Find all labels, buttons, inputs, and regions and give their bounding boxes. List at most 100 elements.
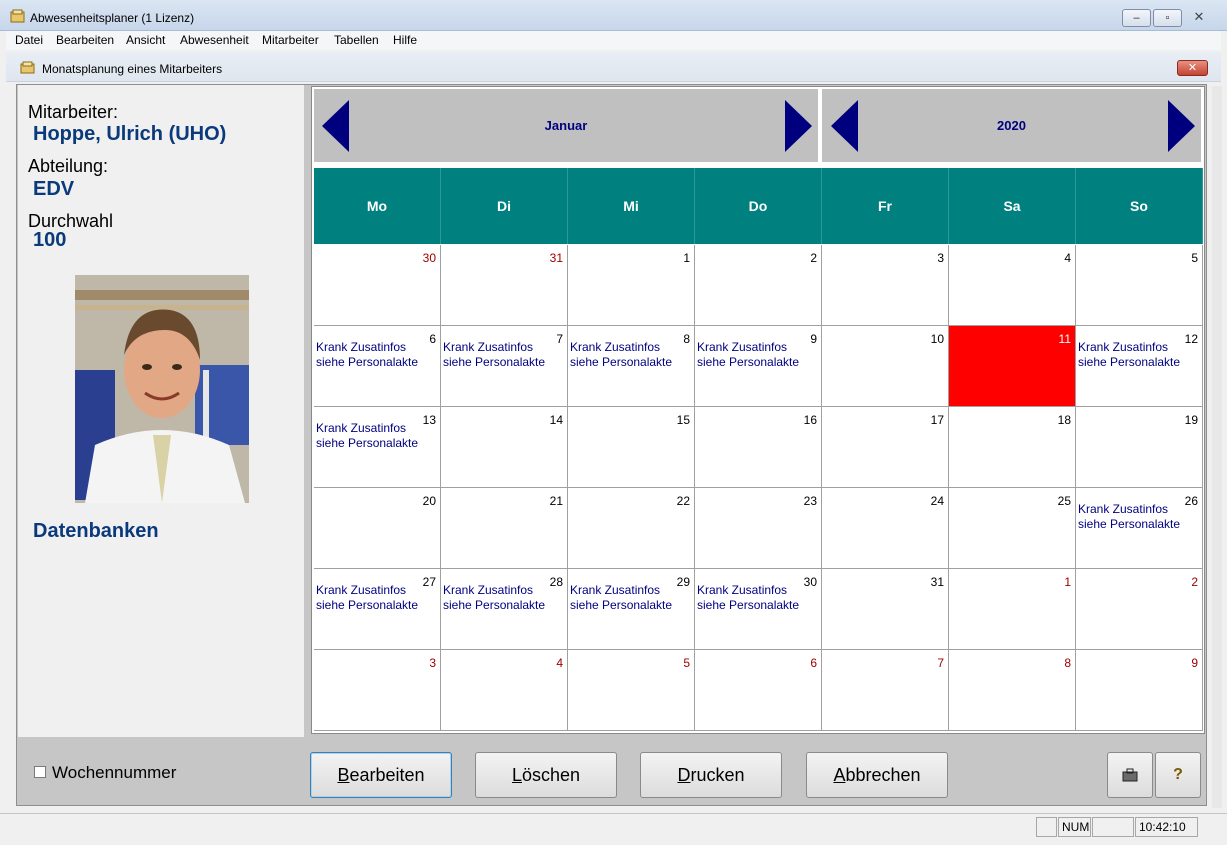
calendar-day-cell[interactable]: 27 Krank Zusatinfos siehe Personalakte: [314, 569, 441, 650]
calendar-day-cell[interactable]: 25: [949, 488, 1076, 569]
calendar-day-cell[interactable]: 23: [695, 488, 822, 569]
weekday-header: So: [1076, 168, 1203, 244]
calendar-day-cell[interactable]: 6: [695, 650, 822, 731]
employee-name: Hoppe, Ulrich (UHO): [33, 123, 227, 145]
day-number: 4: [1064, 251, 1071, 265]
calendar-day-cell[interactable]: 8: [949, 650, 1076, 731]
cancel-button[interactable]: Abbrechen: [806, 752, 948, 798]
calendar-day-cell[interactable]: 1: [568, 245, 695, 326]
calendar-day-cell[interactable]: 31: [441, 245, 568, 326]
absence-note: Krank Zusatinfos siehe Personalakte: [697, 583, 800, 612]
day-number: 4: [556, 656, 563, 670]
day-number: 9: [1191, 656, 1198, 670]
menu-tabellen[interactable]: Tabellen: [334, 33, 379, 47]
calendar-day-cell[interactable]: 28 Krank Zusatinfos siehe Personalakte: [441, 569, 568, 650]
day-number: 24: [930, 494, 944, 508]
calendar-day-cell[interactable]: 26 Krank Zusatinfos siehe Personalakte: [1076, 488, 1203, 569]
status-pane-scroll: [1092, 817, 1134, 837]
edit-button[interactable]: Bearbeiten: [310, 752, 452, 798]
calendar-day-cell[interactable]: 3: [822, 245, 949, 326]
day-number: 1: [1064, 575, 1071, 589]
weekday-header: Fr: [822, 168, 949, 244]
absence-note: Krank Zusatinfos siehe Personalakte: [316, 340, 419, 369]
calendar-day-cell[interactable]: 4: [441, 650, 568, 731]
extension-value: 100: [33, 229, 67, 251]
calendar-day-cell[interactable]: 3: [314, 650, 441, 731]
calendar-day-cell[interactable]: 8 Krank Zusatinfos siehe Personalakte: [568, 326, 695, 407]
year-navigator: 2020: [822, 89, 1201, 162]
menu-datei[interactable]: Datei: [15, 33, 43, 47]
calendar-day-cell[interactable]: 20: [314, 488, 441, 569]
calendar-day-cell[interactable]: 12 Krank Zusatinfos siehe Personalakte: [1076, 326, 1203, 407]
year-label: 2020: [997, 118, 1026, 133]
calendar-day-cell[interactable]: 18: [949, 407, 1076, 488]
menu-bearbeiten[interactable]: Bearbeiten: [56, 33, 114, 47]
child-window-caption: Monatsplanung eines Mitarbeiters ✕: [6, 52, 1221, 82]
next-month-arrow-icon[interactable]: [785, 100, 812, 152]
day-number: 2: [1191, 575, 1198, 589]
calendar-day-cell[interactable]: 21: [441, 488, 568, 569]
calendar-day-cell[interactable]: 15: [568, 407, 695, 488]
calendar-day-cell[interactable]: 4: [949, 245, 1076, 326]
minimize-button[interactable]: ‒: [1122, 9, 1151, 27]
app-icon: [10, 9, 25, 23]
status-bar: NUM 10:42:10: [0, 813, 1227, 845]
calendar-day-cell[interactable]: 11: [949, 326, 1076, 407]
day-number: 22: [676, 494, 690, 508]
calendar-day-cell[interactable]: 7: [822, 650, 949, 731]
calendar-day-cell[interactable]: 9 Krank Zusatinfos siehe Personalakte: [695, 326, 822, 407]
close-button[interactable]: ✕: [1184, 9, 1214, 27]
calendar-day-cell[interactable]: 14: [441, 407, 568, 488]
day-number: 8: [1064, 656, 1071, 670]
status-num: NUM: [1058, 817, 1091, 837]
calendar-day-cell[interactable]: 2: [695, 245, 822, 326]
absence-note: Krank Zusatinfos siehe Personalakte: [697, 340, 800, 369]
delete-button[interactable]: Löschen: [475, 752, 617, 798]
next-year-arrow-icon[interactable]: [1168, 100, 1195, 152]
child-window-icon: [20, 61, 35, 74]
child-close-button[interactable]: ✕: [1177, 60, 1208, 76]
absence-note: Krank Zusatinfos siehe Personalakte: [443, 583, 546, 612]
calendar-day-cell[interactable]: 9: [1076, 650, 1203, 731]
calendar-day-cell[interactable]: 5: [1076, 245, 1203, 326]
menu-ansicht[interactable]: Ansicht: [126, 33, 165, 47]
calendar-day-cell[interactable]: 16: [695, 407, 822, 488]
calendar-day-cell[interactable]: 31: [822, 569, 949, 650]
calendar-day-cell[interactable]: 29 Krank Zusatinfos siehe Personalakte: [568, 569, 695, 650]
help-button[interactable]: ?: [1155, 752, 1201, 798]
day-number: 20: [422, 494, 436, 508]
weekday-header: Sa: [949, 168, 1076, 244]
absence-note: Krank Zusatinfos siehe Personalakte: [316, 583, 419, 612]
calendar-day-cell[interactable]: 13 Krank Zusatinfos siehe Personalakte: [314, 407, 441, 488]
weekday-header: Mi: [568, 168, 695, 244]
right-scrollbar[interactable]: [1212, 86, 1222, 808]
calendar-day-cell[interactable]: 30: [314, 245, 441, 326]
day-number: 5: [683, 656, 690, 670]
day-number: 17: [930, 413, 944, 427]
week-number-checkbox[interactable]: [34, 766, 46, 778]
menu-mitarbeiter[interactable]: Mitarbeiter: [262, 33, 319, 47]
calendar-day-cell[interactable]: 17: [822, 407, 949, 488]
calendar-day-cell[interactable]: 24: [822, 488, 949, 569]
menu-hilfe[interactable]: Hilfe: [393, 33, 417, 47]
calendar-day-cell[interactable]: 2: [1076, 569, 1203, 650]
maximize-button[interactable]: ▫: [1153, 9, 1182, 27]
calendar-day-cell[interactable]: 5: [568, 650, 695, 731]
calendar-day-cell[interactable]: 6 Krank Zusatinfos siehe Personalakte: [314, 326, 441, 407]
calendar-day-cell[interactable]: 19: [1076, 407, 1203, 488]
day-number: 3: [937, 251, 944, 265]
briefcase-icon: [1122, 768, 1138, 782]
calendar-day-cell[interactable]: 7 Krank Zusatinfos siehe Personalakte: [441, 326, 568, 407]
day-number: 25: [1057, 494, 1071, 508]
day-number: 18: [1057, 413, 1071, 427]
calendar-day-cell[interactable]: 1: [949, 569, 1076, 650]
menu-abwesenheit[interactable]: Abwesenheit: [180, 33, 249, 47]
weekday-header: Di: [441, 168, 568, 244]
briefcase-button[interactable]: [1107, 752, 1153, 798]
day-number: 14: [549, 413, 563, 427]
department-value: EDV: [33, 178, 75, 200]
calendar-day-cell[interactable]: 22: [568, 488, 695, 569]
print-button[interactable]: Drucken: [640, 752, 782, 798]
calendar-day-cell[interactable]: 10: [822, 326, 949, 407]
calendar-day-cell[interactable]: 30 Krank Zusatinfos siehe Personalakte: [695, 569, 822, 650]
